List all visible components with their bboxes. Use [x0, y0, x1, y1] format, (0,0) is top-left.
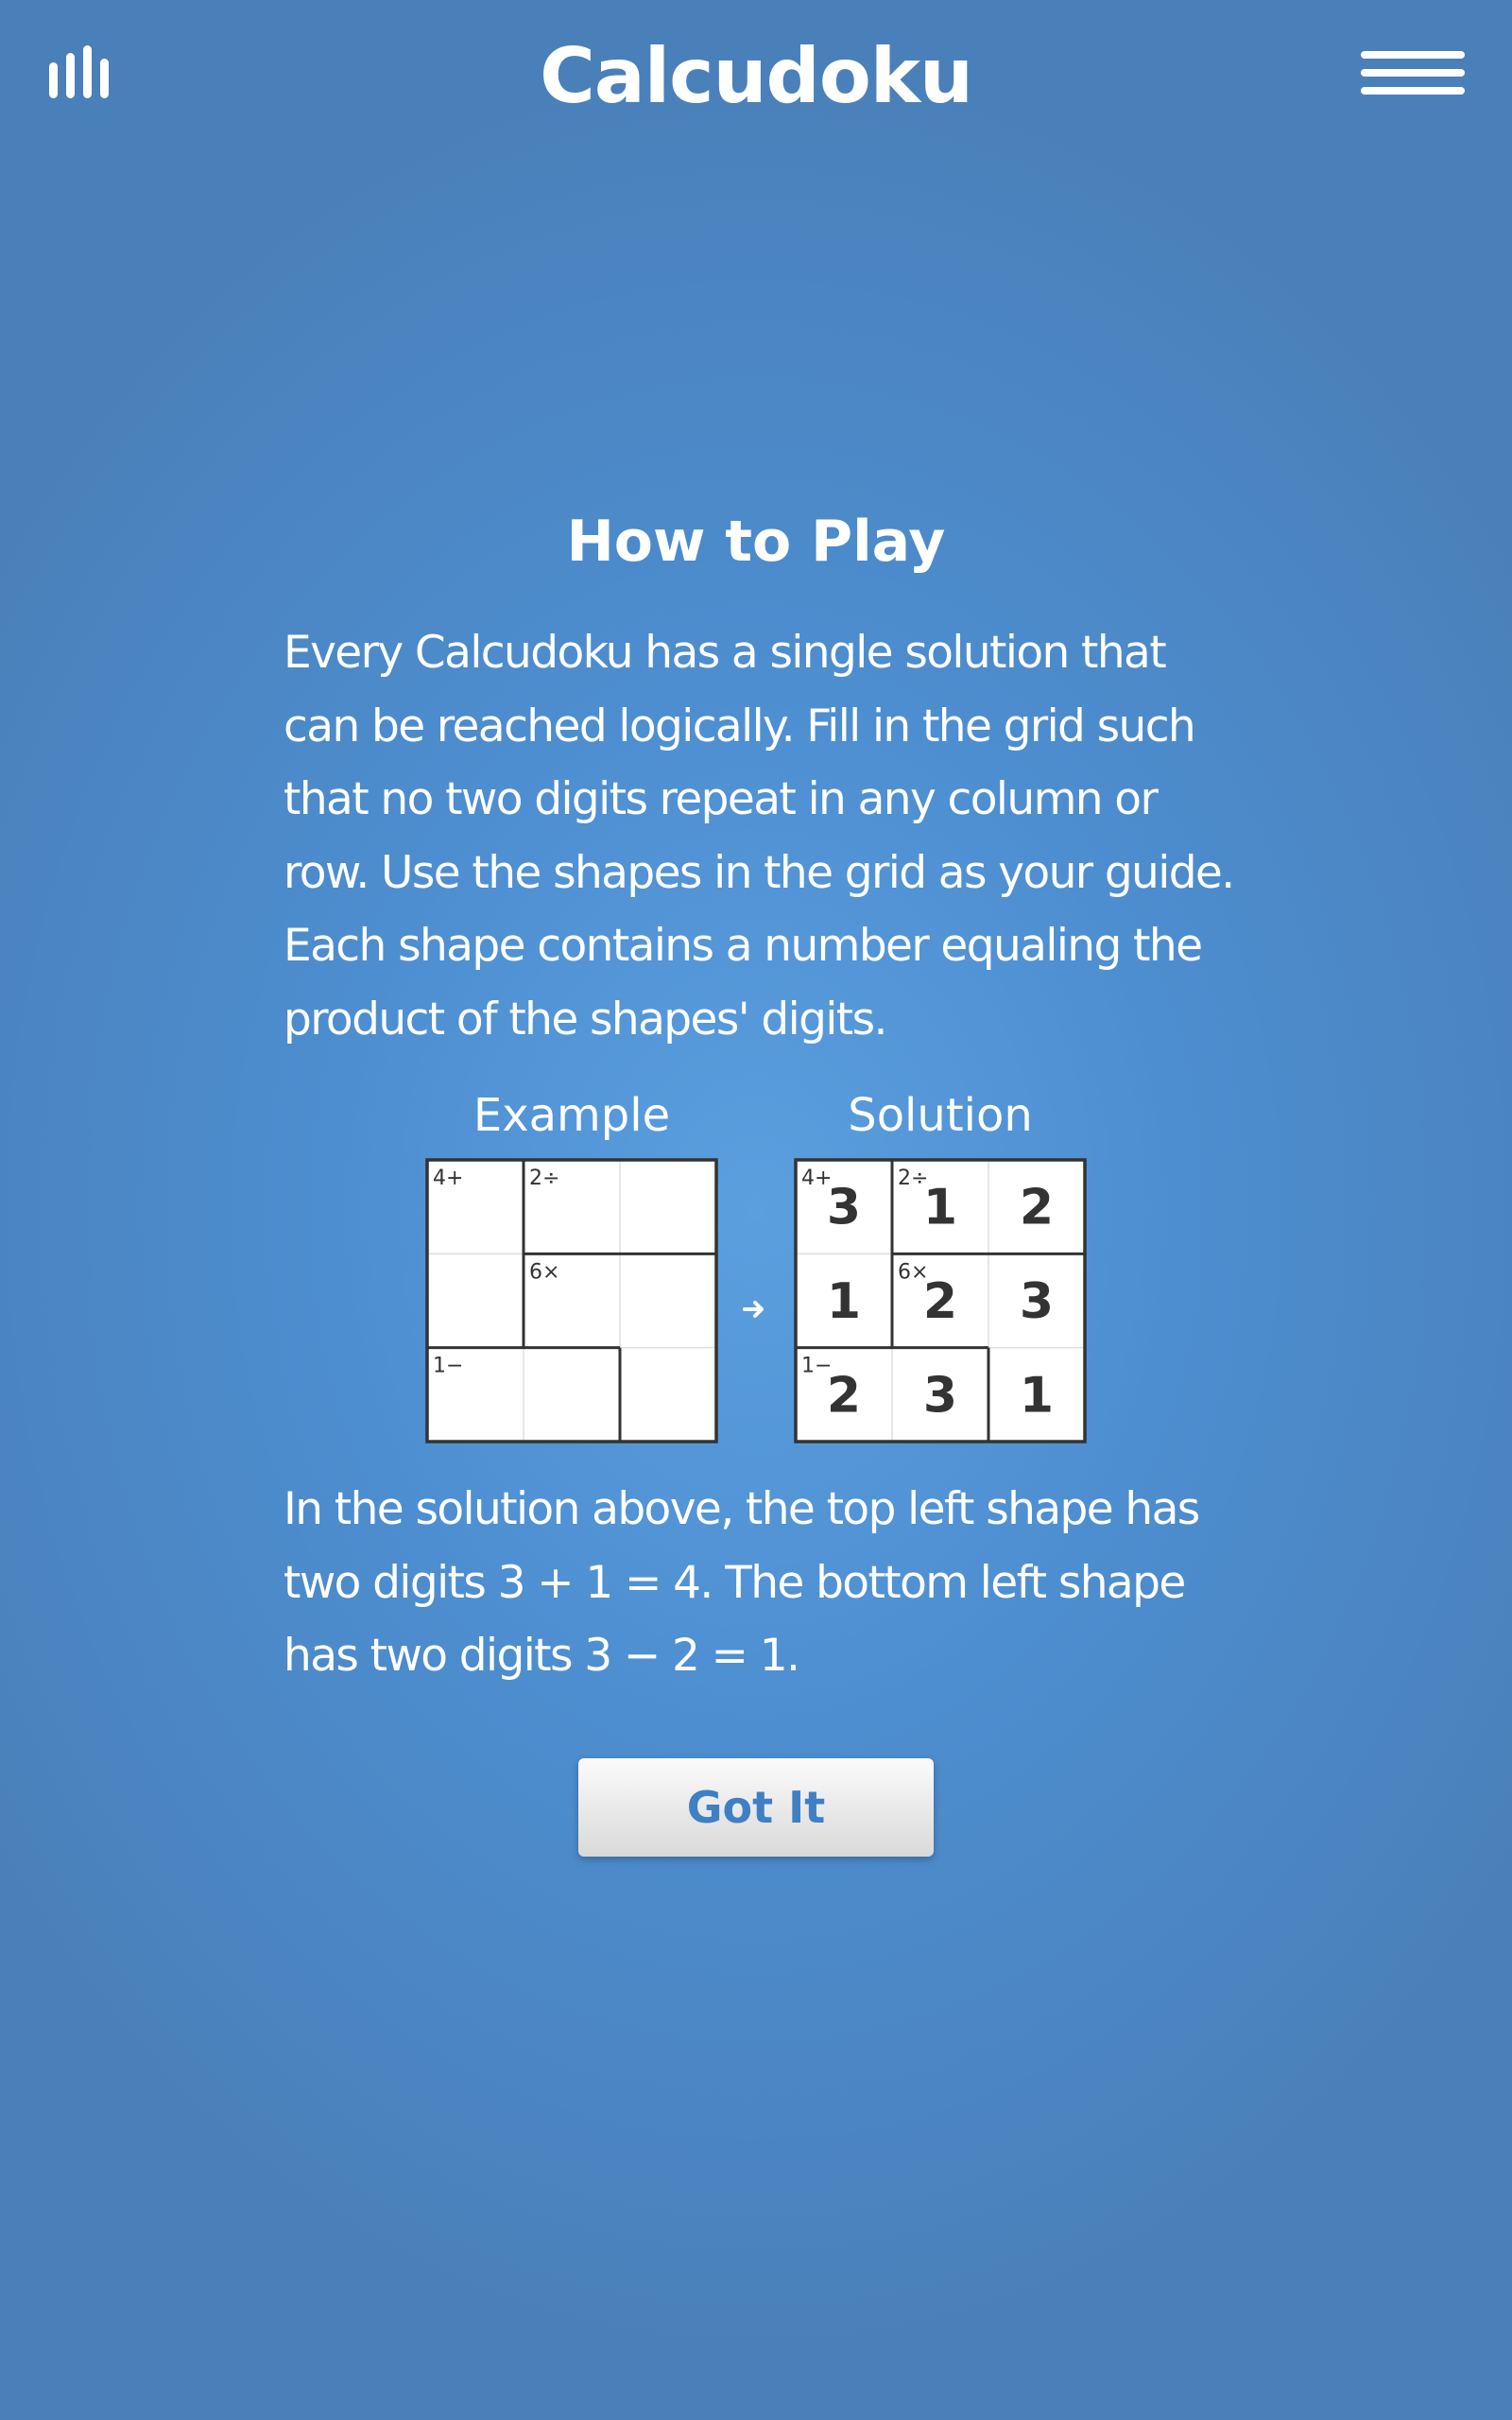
solution-digit: 3 [1020, 1273, 1054, 1330]
rules-text: Every Calcudoku has a single solution th… [284, 627, 1235, 1046]
solution-digit: 1 [1020, 1367, 1054, 1424]
solution-label: Solution [848, 1089, 1033, 1142]
solution-digit: 2 [923, 1273, 957, 1330]
solution-digit: 3 [827, 1180, 861, 1236]
app-title: Calcudoku [540, 32, 973, 120]
menu-button[interactable] [1361, 49, 1465, 96]
hamburger-menu-icon [1361, 51, 1465, 95]
cage-clue: 6× [529, 1260, 559, 1284]
solution-digit: 3 [923, 1367, 957, 1424]
explanation-text: In the solution above, the top left shap… [284, 1483, 1200, 1682]
solution-grid: 4+ 2÷ 6× 1− 3 1 2 1 2 3 2 3 1 [794, 1158, 1087, 1443]
grid-background [427, 1160, 716, 1442]
solution-digit: 2 [1020, 1180, 1054, 1236]
got-it-button[interactable]: Got It [578, 1758, 934, 1857]
arrow-right-icon [741, 1295, 769, 1323]
dialog-heading: How to Play [566, 509, 946, 575]
top-bar: Calcudoku [0, 0, 1512, 151]
solution-digit: 2 [827, 1367, 861, 1424]
cage-clue: 2÷ [529, 1167, 559, 1190]
cage-clue: 1− [433, 1355, 463, 1378]
cage-clue: 4+ [433, 1167, 463, 1190]
solution-digit: 1 [923, 1180, 957, 1236]
solution-digit: 1 [827, 1273, 861, 1330]
example-label: Example [472, 1089, 671, 1142]
example-grid: 4+ 2÷ 6× 1− [425, 1158, 718, 1443]
